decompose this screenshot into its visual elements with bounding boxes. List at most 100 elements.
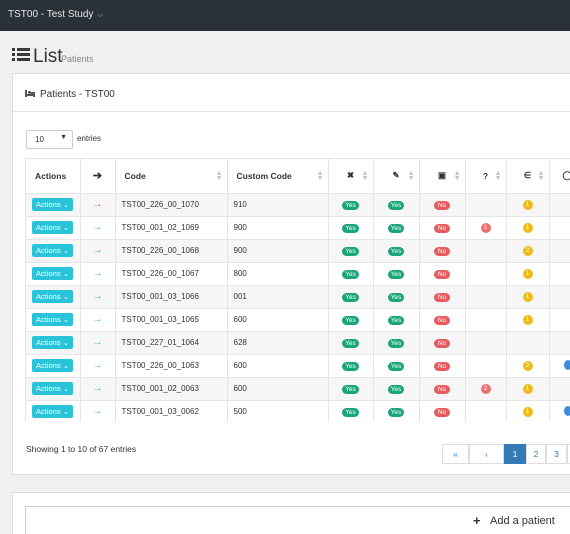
arrow-right-icon[interactable]: →: [93, 222, 103, 233]
custom-code-cell: 600: [227, 308, 329, 332]
col-edit-header[interactable]: ✎ ▲ ▼: [373, 159, 420, 194]
arrow-right-icon[interactable]: →: [93, 199, 103, 210]
attachment-count-badge[interactable]: 1: [522, 384, 533, 394]
open-patient-cell[interactable]: →: [80, 331, 116, 355]
attachment-count-badge[interactable]: 1: [522, 269, 533, 279]
code-cell: TST00_227_01_1064: [115, 331, 228, 355]
attachment-count-badge[interactable]: 1: [522, 407, 533, 417]
col-box-header[interactable]: ▣ ▲ ▼: [419, 159, 466, 194]
patients-table: Actions ➔ Code ▲ ▼ Custom Code ▲ ▼ ✖ ▲ ▼ ✎ ▲ ▼ ▣…: [26, 159, 570, 422]
actions-dropdown-button[interactable]: Actions ⌄: [32, 313, 73, 326]
edit-cell: Yes: [373, 377, 420, 401]
status-badge: Yes: [387, 292, 405, 302]
open-patient-cell[interactable]: →: [80, 377, 116, 401]
status-badge: Yes: [342, 223, 359, 233]
attachments-cell: 1: [506, 308, 550, 332]
query-count-badge[interactable]: 1: [480, 223, 491, 233]
col-attachments-header[interactable]: ∈ ▲ ▼: [506, 159, 550, 194]
query-count-badge[interactable]: 2: [480, 384, 491, 394]
open-patient-cell[interactable]: →: [80, 239, 116, 263]
actions-cell: Actions ⌄: [26, 308, 81, 332]
col-code-header[interactable]: Code ▲ ▼: [115, 159, 228, 194]
status-badge: Yes: [387, 246, 405, 256]
table-row[interactable]: Actions ⌄ → TST00_001_03_1065 600 Yes Yes No 1: [26, 308, 570, 332]
comments-cell: [549, 400, 570, 422]
arrow-right-icon[interactable]: →: [93, 314, 103, 325]
panel-title: Patients - TST00: [40, 89, 115, 100]
arrow-right-icon[interactable]: →: [93, 360, 103, 371]
status-badge: Yes: [342, 292, 359, 302]
queries-cell: [465, 331, 507, 355]
chevron-down-icon: ⌵: [97, 10, 104, 19]
code-cell: TST00_001_03_1065: [115, 308, 228, 332]
open-patient-cell[interactable]: →: [80, 354, 116, 378]
col-custom-code-header[interactable]: Custom Code ▲ ▼: [227, 159, 329, 194]
arrow-right-icon[interactable]: →: [93, 291, 103, 302]
arrow-right-icon[interactable]: →: [93, 383, 103, 394]
table-row[interactable]: Actions ⌄ → TST00_001_03_1066 001 Yes Yes No 1: [26, 285, 570, 309]
attachments-cell: 1: [506, 262, 550, 286]
actions-dropdown-button[interactable]: Actions ⌄: [32, 336, 73, 349]
table-row[interactable]: Actions ⌄ → TST00_001_02_1069 900 Yes Yes No 1 1: [26, 216, 570, 240]
arrow-right-icon[interactable]: →: [93, 268, 103, 279]
attachment-count-badge[interactable]: 1: [522, 315, 533, 325]
actions-dropdown-button[interactable]: Actions ⌄: [32, 382, 73, 395]
table-row[interactable]: Actions ⌄ → TST00_226_00_1068 900 Yes Yes No 2: [26, 239, 570, 263]
add-patient-button[interactable]: + Add a patient: [25, 506, 570, 534]
actions-dropdown-button[interactable]: Actions ⌄: [32, 244, 73, 257]
actions-dropdown-button[interactable]: Actions ⌄: [32, 290, 73, 303]
page-2-button[interactable]: 2: [526, 444, 546, 464]
actions-dropdown-button[interactable]: Actions ⌄: [32, 267, 73, 280]
arrow-right-icon[interactable]: →: [93, 337, 103, 348]
col-actions-header: Actions: [26, 159, 81, 194]
arrow-right-icon[interactable]: →: [93, 245, 103, 256]
comment-indicator[interactable]: [563, 405, 570, 416]
col-excluded-header[interactable]: ✖ ▲ ▼: [328, 159, 374, 194]
prev-page-button[interactable]: ‹: [469, 444, 504, 464]
open-patient-cell[interactable]: →: [80, 285, 116, 309]
attachment-count-badge[interactable]: 1: [522, 292, 533, 302]
panel-header: Patients - TST00: [13, 74, 570, 112]
col-comments-header[interactable]: ◯: [549, 159, 570, 194]
comment-indicator[interactable]: [563, 359, 570, 370]
actions-dropdown-button[interactable]: Actions ⌄: [32, 221, 73, 234]
open-patient-cell[interactable]: →: [80, 400, 116, 422]
attachment-count-badge[interactable]: 1: [522, 223, 533, 233]
open-patient-cell[interactable]: →: [80, 193, 116, 217]
attachment-count-badge[interactable]: 2: [522, 246, 533, 256]
actions-cell: Actions ⌄: [26, 193, 81, 217]
table-row[interactable]: Actions ⌄ → TST00_226_00_1063 600 Yes Yes No 2: [26, 354, 570, 378]
box-cell: No: [419, 262, 466, 286]
status-badge: Yes: [387, 269, 405, 279]
arrow-right-icon[interactable]: →: [93, 406, 103, 417]
attachments-cell: 1: [506, 285, 550, 309]
table-row[interactable]: Actions ⌄ → TST00_001_03_0062 500 Yes Yes No 1: [26, 400, 570, 422]
actions-cell: Actions ⌄: [26, 400, 81, 422]
open-patient-cell[interactable]: →: [80, 308, 116, 332]
status-badge: Yes: [387, 200, 405, 210]
first-page-button[interactable]: «: [442, 444, 469, 464]
page-3-button[interactable]: 3: [546, 444, 567, 464]
box-cell: No: [419, 239, 466, 263]
attachments-cell: 2: [506, 239, 550, 263]
actions-dropdown-button[interactable]: Actions ⌄: [32, 359, 73, 372]
study-selector[interactable]: TST00 - Test Study ⌵: [8, 9, 103, 20]
col-arrow-header[interactable]: ➔: [80, 159, 116, 194]
open-patient-cell[interactable]: →: [80, 262, 116, 286]
attachment-count-badge[interactable]: 2: [522, 361, 533, 371]
page-1-button[interactable]: 1: [504, 444, 526, 464]
table-row[interactable]: Actions ⌄ → TST00_227_01_1064 628 Yes Yes No: [26, 331, 570, 355]
table-row[interactable]: Actions ⌄ → TST00_226_00_1070 910 Yes Yes No 1: [26, 193, 570, 217]
attachment-count-badge[interactable]: 1: [522, 200, 533, 210]
entries-length-select[interactable]: 10 ▼: [26, 130, 73, 149]
actions-cell: Actions ⌄: [26, 239, 81, 263]
actions-dropdown-button[interactable]: Actions ⌄: [32, 405, 73, 418]
edit-cell: Yes: [373, 354, 420, 378]
table-row[interactable]: Actions ⌄ → TST00_001_02_0063 600 Yes Yes No 2 1: [26, 377, 570, 401]
queries-cell: [465, 193, 507, 217]
col-queries-header[interactable]: ? ▲ ▼: [465, 159, 507, 194]
table-row[interactable]: Actions ⌄ → TST00_226_00_1067 800 Yes Yes No 1: [26, 262, 570, 286]
actions-cell: Actions ⌄: [26, 354, 81, 378]
open-patient-cell[interactable]: →: [80, 216, 116, 240]
actions-dropdown-button[interactable]: Actions ⌄: [32, 198, 73, 211]
